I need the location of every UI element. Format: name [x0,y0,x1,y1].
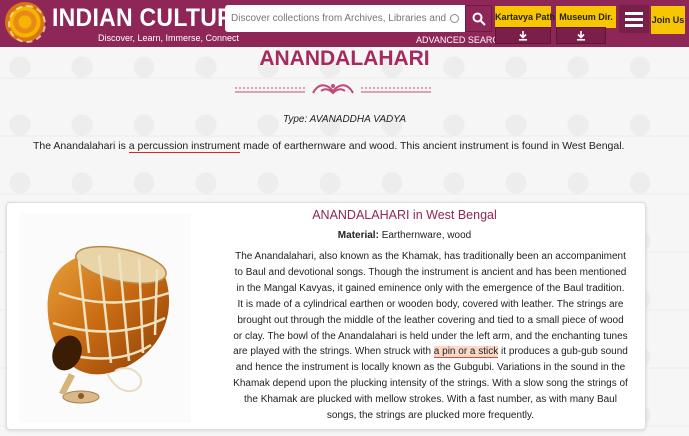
search-input[interactable] [231,5,447,32]
logo-emblem-icon[interactable] [5,2,46,43]
site-header: INDIAN CULTURE Discover, Learn, Immerse,… [0,0,689,47]
highlighted-text[interactable]: a pin or a stick [433,346,499,359]
instrument-type: Type: AVANADDHA VADYA [282,114,406,125]
ornament-divider-icon [235,84,431,95]
advanced-search-link[interactable]: ADVANCED SEARCH [416,35,505,45]
menu-button[interactable] [619,5,649,33]
menu-icon-bar [625,12,643,15]
brand-title[interactable]: INDIAN CULTURE [52,4,250,33]
intro-link[interactable]: a percussion instrument [128,140,241,153]
download-icon [577,31,585,41]
join-us-button[interactable]: Join Us [651,6,685,34]
intro-text: The Anandalahari is [33,140,129,152]
kartavya-path-button[interactable]: Kartavya Path [495,6,555,28]
search-button[interactable] [465,5,492,32]
description-text: it produces a gub-gub sound and hence th… [233,346,628,422]
menu-icon-bar [625,24,643,27]
material-value: Earthernware, wood [378,230,472,241]
menu-icon-bar [625,18,643,21]
download-icon [519,31,527,41]
description-text: The Anandalahari, also known as the Kham… [233,251,628,358]
search-box [225,5,465,32]
khamak-drum-icon [47,245,170,404]
museum-download-button[interactable] [556,27,606,44]
brand-tagline: Discover, Learn, Immerse, Connect [98,33,240,43]
museum-dir-button[interactable]: Museum Dir. [556,6,616,28]
card-description: The Anandalahari, also known as the Kham… [233,249,628,424]
card-material: Material: Earthernware, wood [237,230,572,241]
instrument-card: ANANDALAHARI in West Bengal Material: Ea… [6,202,646,430]
intro-paragraph: The Anandalahari is a percussion instrum… [33,140,673,153]
page-title: ANANDALAHARI [259,47,430,70]
card-title: ANANDALAHARI in West Bengal [312,208,497,222]
clear-icon[interactable] [450,14,459,23]
intro-text: made of earthernware and wood. This anci… [240,140,625,152]
kartavya-download-button[interactable] [495,27,551,44]
material-label: Material: [337,230,379,241]
search-icon [472,12,486,26]
instrument-image[interactable] [19,213,191,423]
